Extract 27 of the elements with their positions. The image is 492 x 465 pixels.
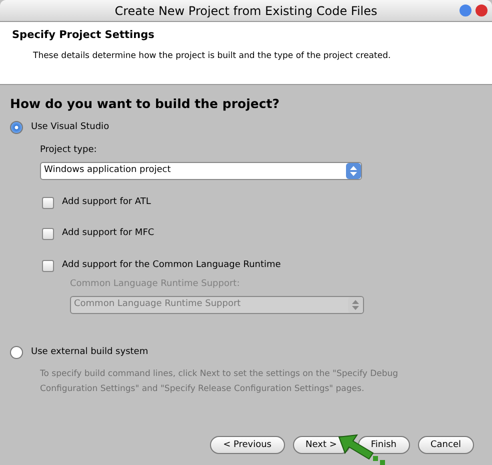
help-text: To specify build command lines, click Next to set the settings on the "Specify Debug Configuration Settings" and "Specify Release Configuration Settings" pages. [40, 368, 400, 396]
dropdown[interactable]: Windows application project [40, 162, 362, 180]
checkbox-label: Add support for ATL [62, 196, 151, 209]
minimize-icon[interactable] [459, 4, 472, 17]
wizard-button[interactable]: < Previous [210, 436, 284, 454]
radio-button[interactable] [10, 121, 23, 134]
spinner-arrows-icon [350, 166, 357, 176]
close-icon[interactable] [475, 4, 488, 17]
dropdown-value: Windows application project [44, 164, 171, 177]
page-heading: Specify Project Settings [12, 28, 156, 43]
checkbox-label: Add support for the Common Language Runtime [62, 258, 281, 272]
section-heading: How do you want to build the project? [10, 95, 280, 113]
checkbox[interactable] [42, 228, 54, 240]
radio-label: Use Visual Studio [31, 120, 110, 134]
wizard-button[interactable]: Finish [358, 436, 410, 454]
page-description: These details determine how the project is built and the type of the project created. [33, 50, 392, 62]
radio-label: Use external build system [31, 346, 148, 359]
checkbox-label: Add support for MFC [62, 227, 154, 240]
checkbox[interactable] [42, 196, 54, 208]
spinner-arrows-icon [352, 300, 359, 310]
window-title: Create New Project from Existing Code Files [114, 2, 378, 20]
checkbox[interactable] [42, 260, 54, 272]
dropdown-value: Common Language Runtime Support [74, 298, 241, 311]
radio-button[interactable] [10, 346, 23, 359]
field-label: Project type: [40, 144, 98, 158]
field-label: Common Language Runtime Support: [70, 278, 241, 292]
wizard-button[interactable]: Cancel [418, 436, 474, 454]
